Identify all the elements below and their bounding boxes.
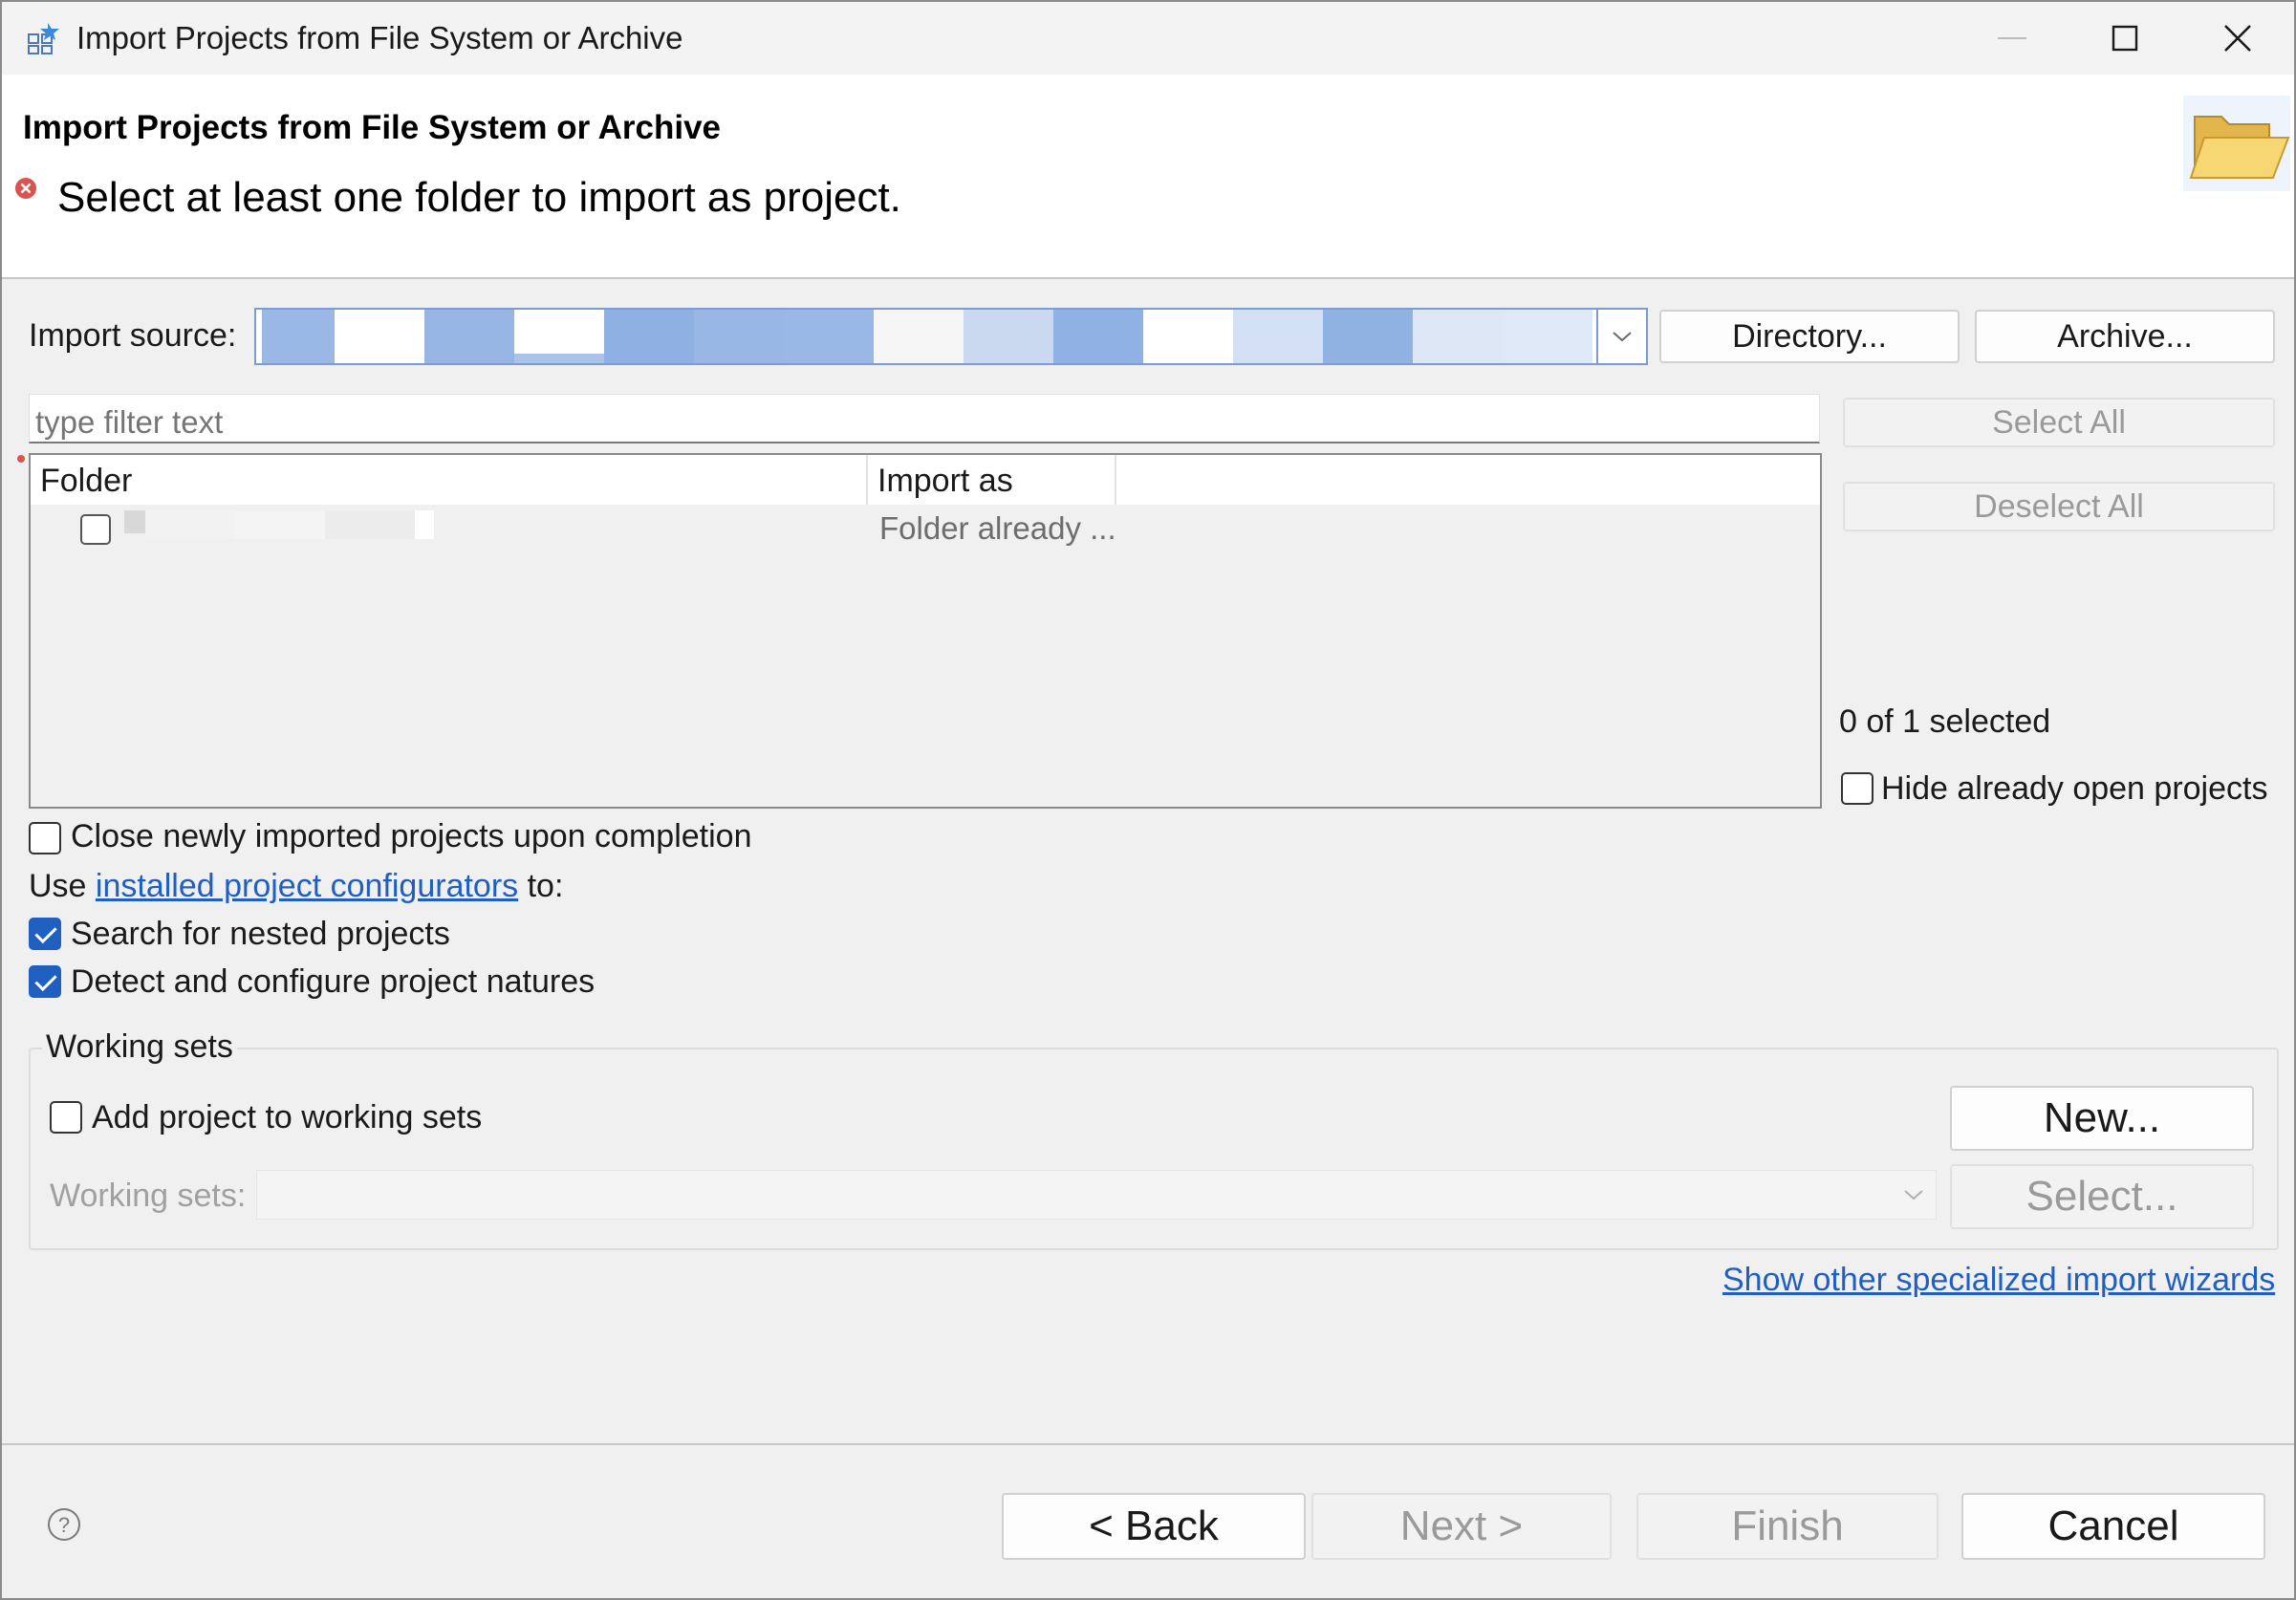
select-all-button[interactable]: Select All bbox=[1843, 398, 2275, 447]
deselect-all-button[interactable]: Deselect All bbox=[1843, 482, 2275, 531]
use-prefix: Use bbox=[29, 868, 87, 904]
row-import-as: Folder already ... bbox=[879, 510, 1116, 546]
finish-button[interactable]: Finish bbox=[1636, 1493, 1939, 1560]
select-working-set-button[interactable]: Select... bbox=[1950, 1164, 2254, 1229]
maximize-icon bbox=[2112, 25, 2138, 52]
minimize-button[interactable] bbox=[1956, 2, 2069, 75]
use-suffix: to: bbox=[527, 868, 564, 904]
back-button[interactable]: < Back bbox=[1002, 1493, 1306, 1560]
chevron-down-icon bbox=[1613, 332, 1632, 342]
svg-text:?: ? bbox=[58, 1513, 70, 1537]
column-header-import-as[interactable]: Import as bbox=[868, 455, 1116, 505]
wizard-header: Import Projects from File System or Arch… bbox=[2, 75, 2294, 279]
hide-open-projects-checkbox[interactable] bbox=[1841, 772, 1874, 805]
error-icon bbox=[15, 178, 36, 199]
close-after-import-label: Close newly imported projects upon compl… bbox=[71, 818, 752, 854]
working-sets-group bbox=[29, 1048, 2279, 1250]
minimize-icon bbox=[1998, 37, 2026, 39]
search-nested-checkbox[interactable] bbox=[29, 918, 61, 950]
import-projects-dialog: Import Projects from File System or Arch… bbox=[0, 0, 2296, 1600]
specialized-wizards-link[interactable]: Show other specialized import wizards bbox=[1722, 1262, 2275, 1299]
wizard-title: Import Projects from File System or Arch… bbox=[23, 109, 722, 146]
selection-count: 0 of 1 selected bbox=[1839, 703, 2051, 740]
search-nested-label: Search for nested projects bbox=[71, 916, 450, 952]
add-to-working-sets-label: Add project to working sets bbox=[92, 1099, 483, 1135]
import-source-dropdown-button[interactable] bbox=[1596, 310, 1646, 363]
detect-natures-checkbox[interactable] bbox=[29, 965, 61, 998]
configurators-line: Use installed project configurators to: bbox=[29, 868, 563, 905]
detect-natures-label: Detect and configure project natures bbox=[71, 963, 596, 1000]
add-to-working-sets-checkbox[interactable] bbox=[50, 1101, 82, 1134]
help-icon[interactable]: ? bbox=[46, 1506, 82, 1543]
import-source-label: Import source: bbox=[29, 317, 237, 354]
row-checkbox[interactable] bbox=[80, 514, 111, 545]
import-source-combo[interactable] bbox=[254, 308, 1648, 365]
table-row[interactable]: Folder already ... bbox=[31, 505, 1820, 554]
next-button[interactable]: Next > bbox=[1311, 1493, 1612, 1560]
folders-table[interactable]: Folder Import as Folder already ... bbox=[29, 453, 1822, 809]
chevron-down-icon bbox=[1904, 1190, 1923, 1200]
column-header-folder[interactable]: Folder bbox=[31, 455, 868, 505]
directory-button[interactable]: Directory... bbox=[1659, 310, 1960, 363]
close-button[interactable] bbox=[2181, 2, 2294, 75]
folder-icon bbox=[2183, 96, 2290, 191]
title-bar: Import Projects from File System or Arch… bbox=[2, 2, 2294, 75]
row-folder-name bbox=[124, 510, 434, 539]
new-working-set-button[interactable]: New... bbox=[1950, 1086, 2254, 1151]
close-icon bbox=[2224, 25, 2251, 52]
wizard-message: Select at least one folder to import as … bbox=[57, 174, 901, 221]
working-sets-combo[interactable] bbox=[256, 1170, 1937, 1220]
filter-input[interactable] bbox=[29, 394, 1820, 443]
archive-button[interactable]: Archive... bbox=[1975, 310, 2275, 363]
working-sets-group-title: Working sets bbox=[42, 1028, 237, 1066]
working-sets-label: Working sets: bbox=[50, 1178, 247, 1214]
cancel-button[interactable]: Cancel bbox=[1961, 1493, 2265, 1560]
window-title: Import Projects from File System or Arch… bbox=[76, 20, 683, 55]
installed-configurators-link[interactable]: installed project configurators bbox=[96, 868, 518, 904]
hide-open-projects-label: Hide already open projects bbox=[1881, 770, 2268, 807]
close-after-import-checkbox[interactable] bbox=[29, 822, 61, 854]
footer-separator bbox=[2, 1443, 2294, 1445]
validation-marker bbox=[17, 455, 25, 463]
import-source-path bbox=[256, 310, 1598, 363]
maximize-button[interactable] bbox=[2069, 2, 2181, 75]
column-header-empty bbox=[1116, 455, 1820, 505]
import-wizard-icon bbox=[28, 23, 59, 54]
